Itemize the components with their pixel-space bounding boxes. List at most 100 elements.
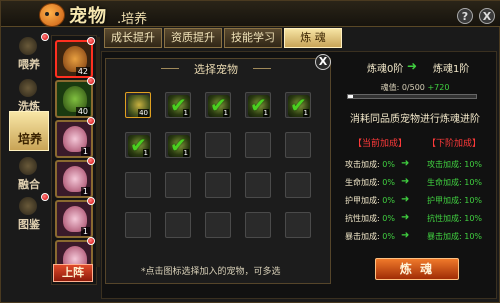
nav-label: 喂养 bbox=[18, 58, 40, 71]
stat-current-value: 0% bbox=[382, 232, 395, 241]
nav-item-fuse[interactable]: 融合 bbox=[9, 155, 49, 195]
feed-icon bbox=[19, 37, 37, 55]
refine-icon bbox=[19, 79, 37, 97]
pet-choice-slot[interactable]: ✔ 1 bbox=[245, 92, 271, 118]
title-bar: 宠物 .培养 ? X bbox=[1, 1, 500, 27]
pet-slot-5[interactable]: 1 bbox=[55, 200, 93, 238]
stat-current: 攻击加成: 0% bbox=[345, 159, 395, 170]
soul-refine-button[interactable]: 炼 魂 bbox=[375, 258, 459, 280]
empty-slot bbox=[205, 172, 231, 198]
pet-choice-slot[interactable]: 40 bbox=[125, 92, 151, 118]
nav-label: 图鉴 bbox=[18, 218, 40, 231]
empty-slot bbox=[205, 132, 231, 158]
stat-current: 生命加成: 0% bbox=[345, 177, 395, 188]
empty-slot bbox=[125, 212, 151, 238]
tab-aptitude[interactable]: 资质提升 bbox=[164, 28, 222, 48]
help-button[interactable]: ? bbox=[457, 8, 473, 24]
window-subtitle: .培养 bbox=[117, 12, 148, 27]
close-window-button[interactable]: X bbox=[479, 8, 495, 24]
next-bonus-header: 【下阶加成】 bbox=[427, 139, 482, 149]
notification-dot bbox=[41, 33, 49, 41]
stat-next-name: 抗性加成: bbox=[427, 214, 462, 223]
stat-row: 生命加成: 0% ➜ 生命加成: 10% bbox=[337, 176, 493, 189]
level-transition: 炼魂0阶 ➜ 炼魂1阶 bbox=[337, 59, 493, 75]
stat-next-name: 暴击加成: bbox=[427, 232, 462, 241]
bonus-headers: 【当前加成】 【下阶加成】 bbox=[337, 136, 493, 149]
tab-skill[interactable]: 技能学习 bbox=[224, 28, 282, 48]
empty-slot bbox=[285, 132, 311, 158]
soul-value-plus: +720 bbox=[427, 83, 450, 92]
soul-value-label: 魂值: bbox=[380, 83, 400, 92]
pet-level: 1 bbox=[182, 109, 189, 117]
pet-level: 1 bbox=[80, 227, 90, 236]
empty-slot bbox=[125, 172, 151, 198]
stat-next-name: 攻击加成: bbox=[427, 160, 462, 169]
deploy-button[interactable]: 上阵 bbox=[53, 264, 93, 282]
stat-row: 攻击加成: 0% ➜ 攻击加成: 10% bbox=[337, 158, 493, 171]
stat-current-value: 0% bbox=[382, 196, 395, 205]
fox-logo-icon bbox=[39, 3, 65, 27]
nav-item-codex[interactable]: 图鉴 bbox=[9, 193, 49, 235]
stat-next-value: 10% bbox=[464, 232, 483, 241]
stat-row: 抗性加成: 0% ➜ 抗性加成: 10% bbox=[337, 212, 493, 225]
next-soul-level: 炼魂1阶 bbox=[433, 64, 470, 75]
empty-slot bbox=[165, 212, 191, 238]
notification-dot bbox=[87, 197, 95, 205]
pet-choice-slot[interactable]: ✔ 1 bbox=[165, 92, 191, 118]
side-nav: 喂养 洗炼 培养 融合 图鉴 bbox=[9, 33, 49, 235]
empty-slot bbox=[245, 212, 271, 238]
arrow-right-icon: ➜ bbox=[401, 176, 410, 187]
notification-dot bbox=[41, 193, 49, 201]
stat-next: 护甲加成: 10% bbox=[427, 195, 482, 206]
pet-slot-1[interactable]: 42 bbox=[55, 40, 93, 78]
stat-name: 攻击加成: bbox=[345, 160, 380, 169]
stat-next-name: 生命加成: bbox=[427, 178, 462, 187]
pet-list-scrollbar[interactable] bbox=[96, 37, 100, 267]
pet-choice-slot[interactable]: ✔ 1 bbox=[125, 132, 151, 158]
stat-name: 生命加成: bbox=[345, 178, 380, 187]
stat-next: 暴击加成: 10% bbox=[427, 231, 482, 242]
pet-level: 1 bbox=[222, 109, 229, 117]
select-hint: *点击图标选择加入的宠物，可多选 bbox=[141, 267, 281, 277]
notification-dot bbox=[87, 77, 95, 85]
soul-progress-fill bbox=[348, 95, 354, 98]
stat-row: 暴击加成: 0% ➜ 暴击加成: 10% bbox=[337, 230, 493, 243]
nav-label: 培养 bbox=[17, 132, 42, 146]
codex-icon bbox=[19, 197, 37, 215]
pet-choice-slot[interactable]: ✔ 1 bbox=[165, 132, 191, 158]
pet-choice-slot[interactable]: ✔ 1 bbox=[205, 92, 231, 118]
nav-item-cultivate[interactable]: 培养 bbox=[9, 111, 49, 151]
tab-growth[interactable]: 成长提升 bbox=[104, 28, 162, 48]
select-panel-close-button[interactable]: X bbox=[315, 54, 331, 70]
pet-choice-slot[interactable]: ✔ 1 bbox=[285, 92, 311, 118]
notification-dot bbox=[87, 237, 95, 245]
stat-next: 抗性加成: 10% bbox=[427, 213, 482, 224]
pet-level: 1 bbox=[142, 149, 149, 157]
arrow-right-icon: ➜ bbox=[401, 158, 410, 169]
pet-slot-2[interactable]: 40 bbox=[55, 80, 93, 118]
stat-next-value: 10% bbox=[464, 178, 483, 187]
current-bonus-header: 【当前加成】 bbox=[353, 139, 408, 149]
pet-level: 40 bbox=[75, 107, 90, 116]
notification-dot bbox=[87, 37, 95, 45]
fuse-icon bbox=[19, 157, 37, 175]
stat-next-value: 10% bbox=[464, 160, 483, 169]
pet-slot-4[interactable]: 1 bbox=[55, 160, 93, 198]
empty-slot bbox=[285, 212, 311, 238]
window-title: 宠物 bbox=[69, 6, 107, 27]
stat-next-value: 10% bbox=[464, 196, 483, 205]
nav-item-feed[interactable]: 喂养 bbox=[9, 33, 49, 75]
pet-slot-3[interactable]: 1 bbox=[55, 120, 93, 158]
stat-name: 抗性加成: bbox=[345, 214, 380, 223]
stat-next-value: 10% bbox=[464, 214, 483, 223]
pet-level: 40 bbox=[138, 109, 149, 117]
nav-label: 融合 bbox=[18, 178, 40, 191]
refine-description: 消耗同品质宠物进行炼魂进阶 bbox=[350, 114, 480, 125]
arrow-right-icon: ➜ bbox=[401, 230, 410, 241]
arrow-right-icon: ➜ bbox=[401, 212, 410, 223]
tab-soul-refine[interactable]: 炼 魂 bbox=[284, 28, 342, 48]
stat-current-value: 0% bbox=[382, 178, 395, 187]
stat-next: 攻击加成: 10% bbox=[427, 159, 482, 170]
empty-slot bbox=[285, 172, 311, 198]
pet-level: 1 bbox=[302, 109, 309, 117]
